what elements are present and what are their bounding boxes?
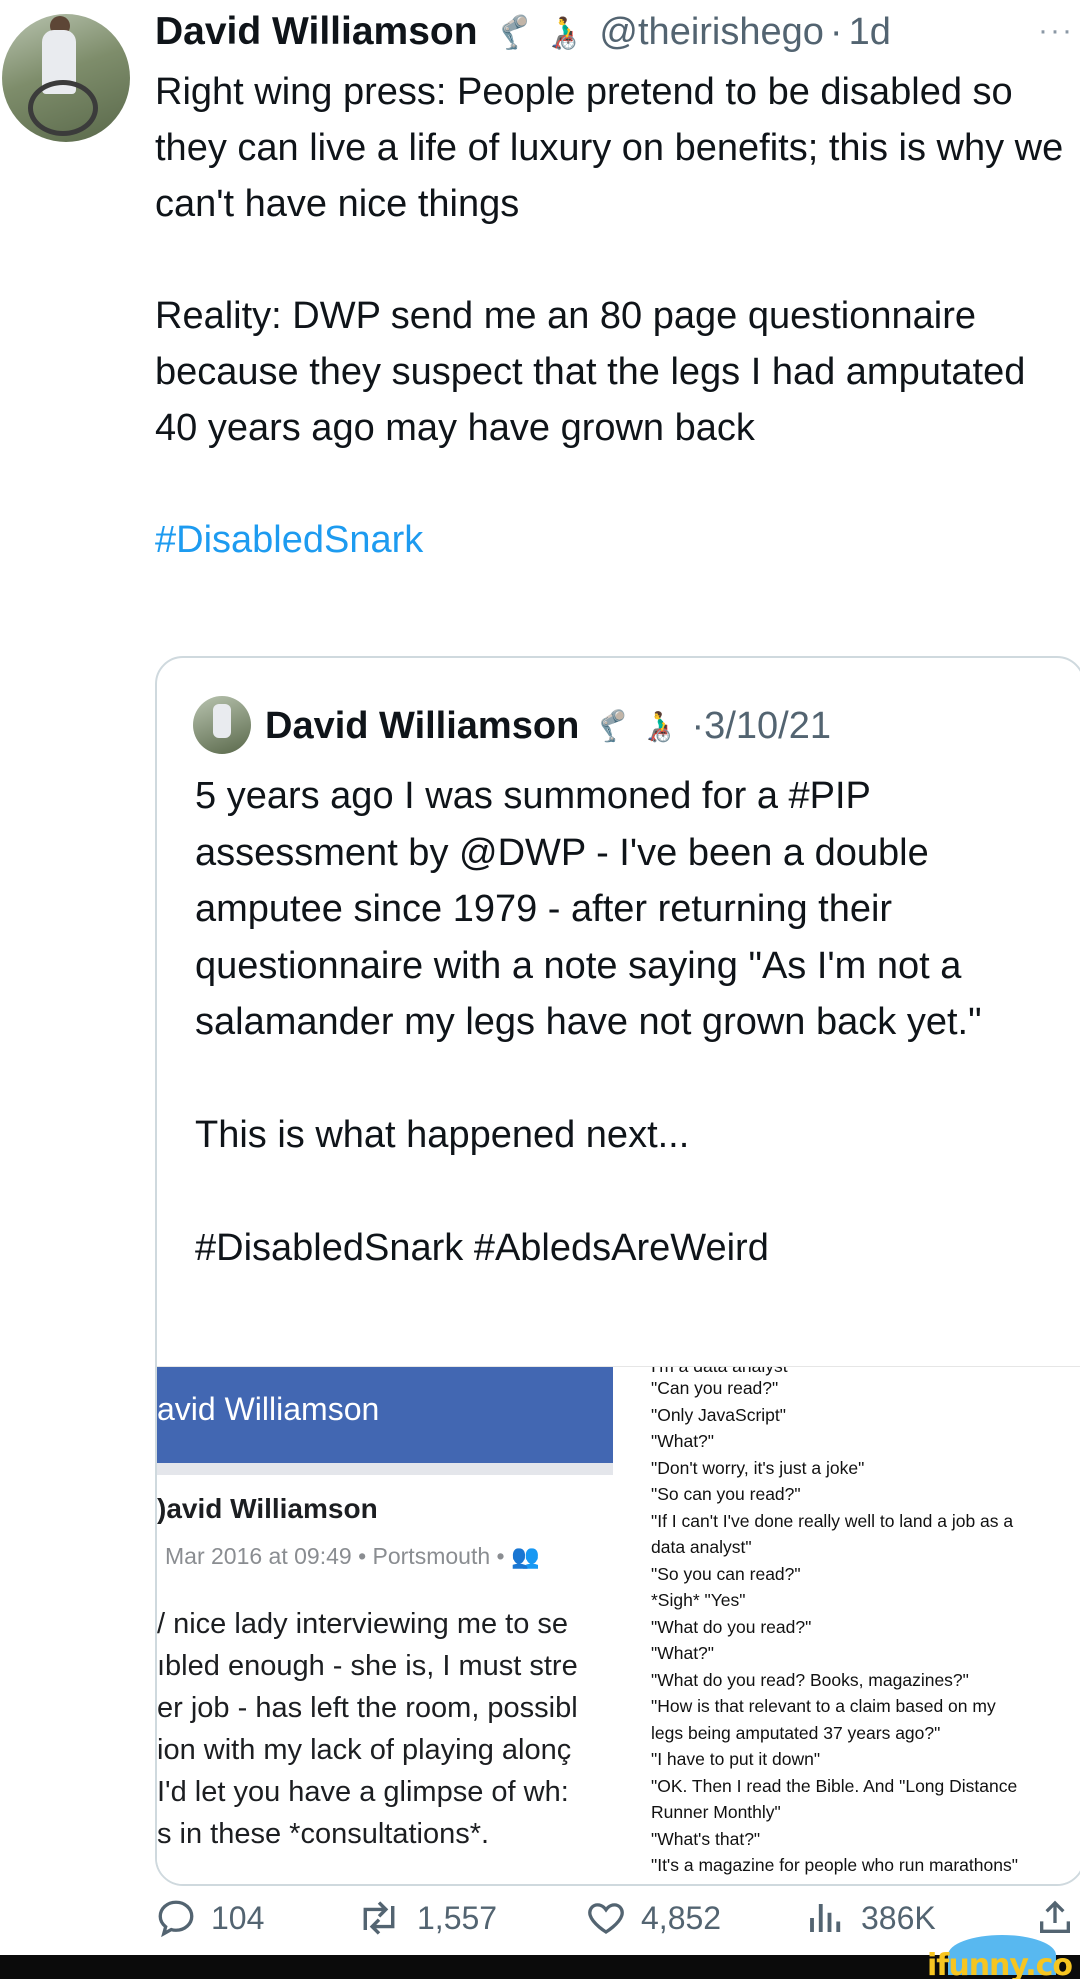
dialogue-line: "What?" xyxy=(651,1643,715,1663)
watermark-bar xyxy=(0,1955,1080,1979)
dialogue-line: "OK. Then I read the Bible. And "Long Di… xyxy=(651,1775,1018,1796)
quoted-author-name: David Williamson xyxy=(265,704,580,747)
quoted-paragraph: 5 years ago I was summoned for a #PIP as… xyxy=(195,775,982,1043)
facebook-post-meta: Mar 2016 at 09:49 • Portsmouth • 👥 xyxy=(165,1543,540,1569)
quoted-tweet-header: David Williamson 🦿 👨‍🦽 ·3/10/21 xyxy=(265,698,831,754)
quoted-paragraph: This is what happened next... xyxy=(195,1114,690,1156)
facebook-post-line: ion with my lack of playing alonç xyxy=(157,1734,572,1766)
dialogue-line: legs being amputated 37 years ago?" xyxy=(651,1722,941,1743)
quoted-hashtags: #DisabledSnark #AbledsAreWeird xyxy=(195,1227,769,1269)
quoted-tweet[interactable]: David Williamson 🦿 👨‍🦽 ·3/10/21 5 years … xyxy=(155,656,1080,1886)
quoted-tweet-date: ·3/10/21 xyxy=(691,704,831,747)
dialogue-line: "I have to put it down" xyxy=(651,1749,821,1769)
tweet-text: Right wing press: People pretend to be d… xyxy=(155,64,1075,624)
reply-count: 104 xyxy=(211,1899,265,1936)
dialogue-line: "What's that?" xyxy=(651,1828,761,1849)
dialogue-line: "Can you read?" xyxy=(651,1378,779,1398)
author-avatar[interactable] xyxy=(2,14,130,142)
tweet-timestamp[interactable]: 1d xyxy=(849,11,891,54)
facebook-post-screenshot: avid Williamson )avid Williamson Mar 201… xyxy=(157,1367,613,1884)
like-count: 4,852 xyxy=(641,1899,722,1936)
heart-icon xyxy=(588,1903,624,1934)
analytics-icon xyxy=(810,1904,841,1932)
facebook-header-title: avid Williamson xyxy=(157,1391,380,1427)
facebook-post-line: I'd let you have a glimpse of wh: xyxy=(157,1776,569,1808)
dialogue-line: "Don't worry, it's just a joke" xyxy=(651,1457,865,1478)
facebook-post-line: / nice lady interviewing me to se xyxy=(157,1608,569,1640)
dialogue-line: "How is that relevant to a claim based o… xyxy=(651,1696,996,1716)
dialogue-line: data analyst" xyxy=(651,1537,752,1557)
retweet-icon xyxy=(363,1901,395,1935)
facebook-post-line: ıbled enough - she is, I must stre xyxy=(157,1650,578,1682)
more-options-icon[interactable]: ··· xyxy=(1038,14,1074,48)
dialogue-line: "If I can't I've done really well to lan… xyxy=(651,1510,1014,1531)
dialogue-line: "So you can read?" xyxy=(651,1563,801,1584)
reply-button[interactable]: 104 xyxy=(155,1897,264,1939)
ifunny-watermark: ifunny.co xyxy=(927,1948,1073,1979)
views-button[interactable]: 386K xyxy=(805,1897,936,1939)
facebook-post-text: / nice lady interviewing me to se ıbled … xyxy=(157,1603,613,1855)
facebook-author-name: )avid Williamson xyxy=(157,1493,378,1524)
separator-dot: · xyxy=(829,10,843,53)
share-button[interactable] xyxy=(1035,1898,1080,1938)
dialogue-line: *Sigh* "Yes" xyxy=(651,1590,746,1610)
like-button[interactable]: 4,852 xyxy=(585,1897,721,1939)
share-icon xyxy=(1040,1900,1070,1933)
dialogue-line: "What do you read? Books, magazines?" xyxy=(651,1669,969,1690)
dialogue-line: "It's a magazine for people who run mara… xyxy=(651,1855,1018,1875)
retweet-count: 1,557 xyxy=(417,1899,498,1936)
author-handle[interactable]: @theirishego xyxy=(599,11,823,54)
author-emojis: 🦿 👨‍🦽 xyxy=(493,13,584,51)
facebook-post-line: er job - has left the room, possibl xyxy=(157,1692,578,1724)
dialogue-transcript: I'm a data analyst "Can you read?""Only … xyxy=(641,1367,1080,1884)
facebook-post-line: s in these *consultations*. xyxy=(157,1818,490,1850)
retweet-button[interactable]: 1,557 xyxy=(355,1897,497,1939)
tweet-header: David Williamson 🦿 👨‍🦽 @theirishego · 1d xyxy=(155,4,891,60)
dialogue-line: "So can you read?" xyxy=(651,1484,801,1504)
reply-icon xyxy=(158,1900,194,1938)
facebook-header-bar: avid Williamson xyxy=(157,1367,613,1463)
quoted-tweet-text: 5 years ago I was summoned for a #PIP as… xyxy=(195,768,1075,1333)
dialogue-line: "What do you read?" xyxy=(651,1616,812,1637)
facebook-divider xyxy=(157,1463,613,1475)
tweet-paragraph: Right wing press: People pretend to be d… xyxy=(155,71,1064,225)
quoted-media-image[interactable]: avid Williamson )avid Williamson Mar 201… xyxy=(157,1366,1080,1884)
author-name[interactable]: David Williamson xyxy=(155,10,478,54)
dialogue-line: Runner Monthly" xyxy=(651,1802,781,1822)
dialogue-line: "What?" xyxy=(651,1431,715,1451)
quoted-author-avatar xyxy=(193,696,251,754)
tweet-paragraph: Reality: DWP send me an 80 page question… xyxy=(155,295,1026,449)
view-count: 386K xyxy=(861,1899,936,1936)
dialogue-line: "Only JavaScript" xyxy=(651,1404,786,1425)
quoted-author-emojis: 🦿 👨‍🦽 xyxy=(593,708,678,744)
avatar-wheelchair xyxy=(28,80,98,136)
tweet-action-bar: 104 1,557 4,852 386K xyxy=(155,1893,1075,1943)
hashtag-link[interactable]: #DisabledSnark xyxy=(155,519,423,561)
